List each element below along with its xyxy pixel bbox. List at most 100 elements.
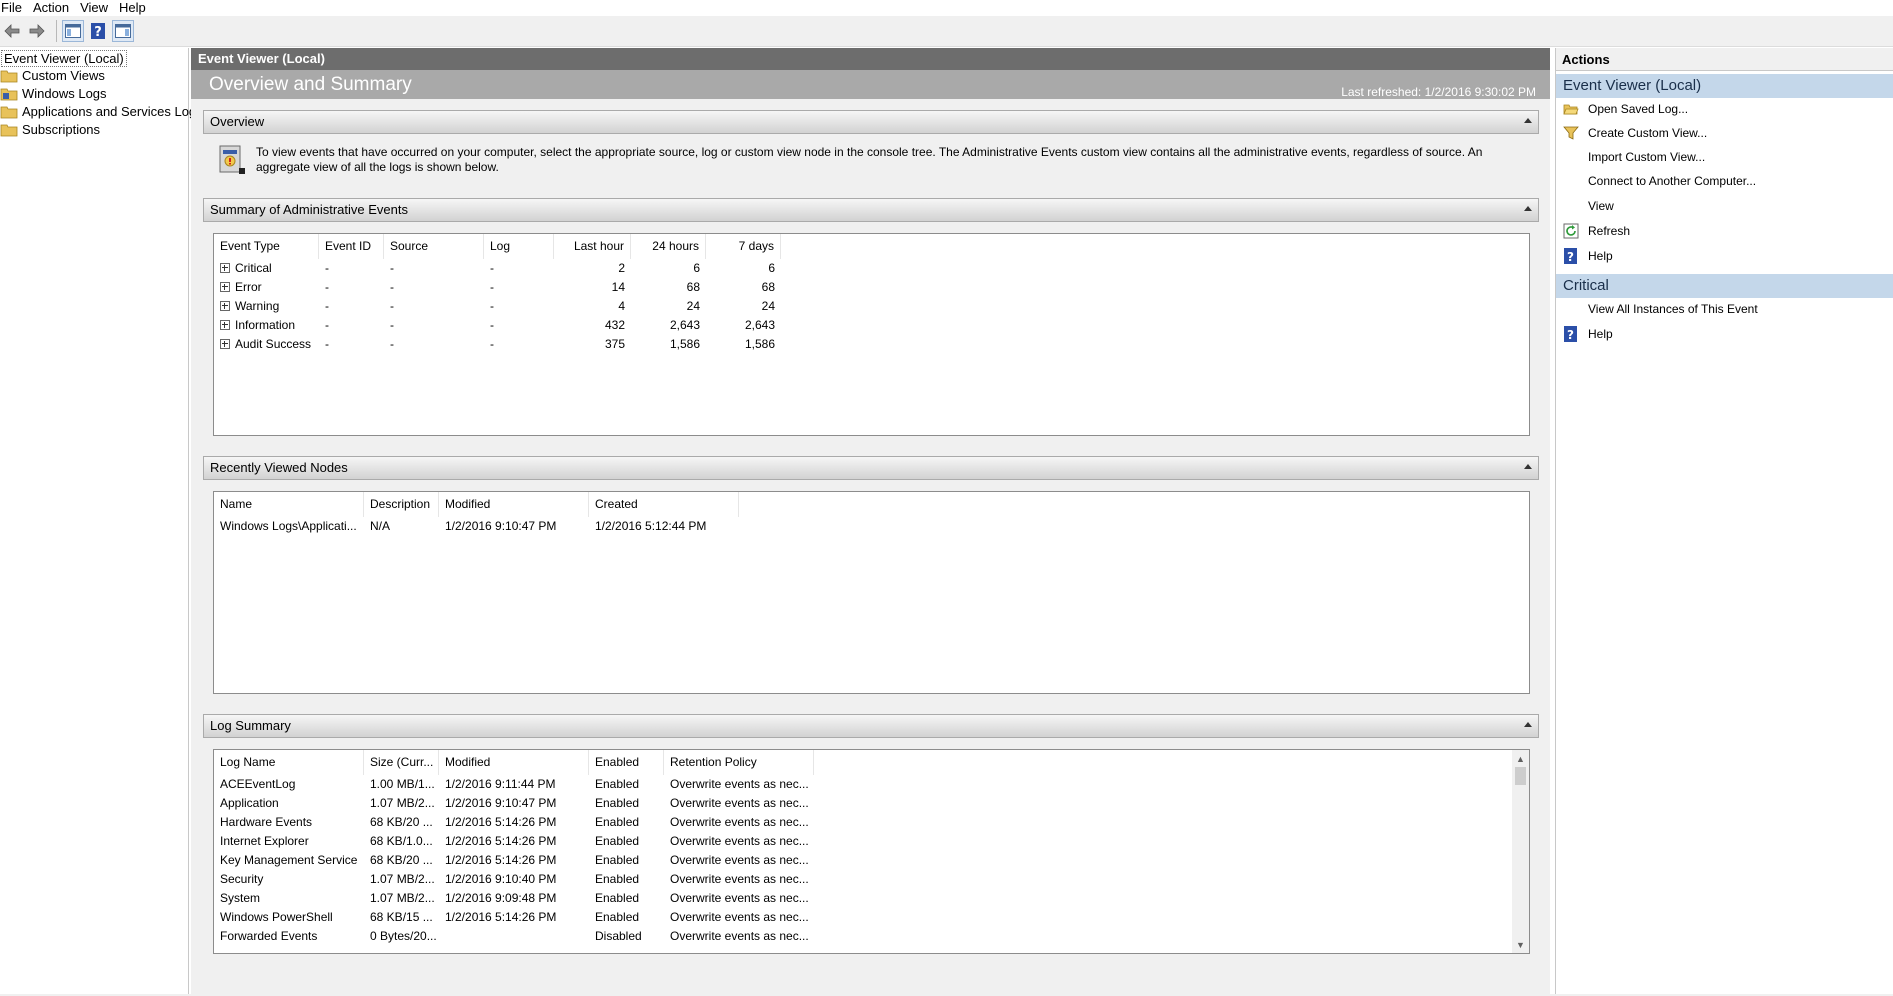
admin-events-section-header[interactable]: Summary of Administrative Events	[203, 198, 1539, 222]
overview-body: To view events that have occurred on you…	[203, 134, 1539, 188]
column-header-last-hour[interactable]: Last hour	[554, 234, 631, 259]
action-import-custom-view[interactable]: Import Custom View...	[1556, 146, 1893, 168]
action-refresh[interactable]: Refresh	[1556, 220, 1893, 242]
table-row[interactable]: Audit Success - - - 375 1,586 1,586	[214, 335, 1529, 354]
column-header-log-name[interactable]: Log Name	[214, 750, 364, 775]
scrollbar-thumb[interactable]	[1515, 767, 1526, 785]
column-header-size[interactable]: Size (Curr...	[364, 750, 439, 775]
collapse-icon[interactable]	[1524, 206, 1532, 211]
expand-icon[interactable]	[220, 320, 230, 330]
overview-description: To view events that have occurred on you…	[256, 145, 1483, 174]
count-24-hours: 24	[686, 299, 700, 313]
menu-view[interactable]: View	[78, 1, 117, 15]
action-create-custom-view[interactable]: Create Custom View...	[1556, 122, 1893, 144]
table-row[interactable]: Windows Logs\Applicati... N/A 1/2/2016 9…	[214, 517, 1529, 536]
menu-file[interactable]: File	[0, 1, 31, 15]
table-header: Log Name Size (Curr... Modified Enabled …	[214, 750, 1529, 775]
table-row[interactable]: Critical - - - 2 6 6	[214, 259, 1529, 278]
overview-section-header[interactable]: Overview	[203, 110, 1539, 134]
overview-banner: Overview and Summary Last refreshed: 1/2…	[191, 70, 1550, 99]
column-header-event-type[interactable]: Event Type	[214, 234, 319, 259]
table-row[interactable]: Forwarded Events 0 Bytes/20... Disabled …	[214, 927, 1529, 946]
scroll-down-icon[interactable]: ▼	[1512, 936, 1529, 953]
action-help[interactable]: ? Help	[1556, 245, 1893, 267]
table-row[interactable]: Internet Explorer 68 KB/1.0... 1/2/2016 …	[214, 832, 1529, 851]
log-enabled: Enabled	[595, 834, 640, 848]
recent-nodes-section-header[interactable]: Recently Viewed Nodes	[203, 456, 1539, 480]
table-row[interactable]: ACEEventLog 1.00 MB/1... 1/2/2016 9:11:4…	[214, 775, 1529, 794]
action-group-event-viewer-local[interactable]: Event Viewer (Local)	[1556, 74, 1893, 98]
count-24-hours: 68	[686, 280, 700, 294]
expand-icon[interactable]	[220, 282, 230, 292]
action-label: Refresh	[1588, 224, 1631, 238]
column-header-24-hours[interactable]: 24 hours	[631, 234, 706, 259]
forward-button[interactable]	[26, 20, 48, 42]
table-row[interactable]: Warning - - - 4 24 24	[214, 297, 1529, 316]
collapse-icon[interactable]	[1524, 722, 1532, 727]
log-enabled: Enabled	[595, 891, 640, 905]
expand-icon[interactable]	[220, 301, 230, 311]
tree-item-subscriptions[interactable]: Subscriptions	[0, 121, 100, 138]
action-label: Help	[1588, 249, 1613, 263]
column-header-name[interactable]: Name	[214, 492, 364, 517]
tree-item-windows-logs[interactable]: Windows Logs	[0, 85, 107, 102]
tree-item-event-viewer-local[interactable]: Event Viewer (Local)	[1, 50, 127, 67]
node-name: Windows Logs\Applicati...	[220, 519, 357, 533]
column-header-description[interactable]: Description	[364, 492, 439, 517]
action-connect-to-another-computer[interactable]: Connect to Another Computer...	[1556, 170, 1893, 192]
collapse-icon[interactable]	[1524, 464, 1532, 469]
svg-text:?: ?	[1567, 250, 1574, 264]
show-hide-action-pane-button[interactable]	[112, 20, 134, 42]
tree-item-custom-views[interactable]: Custom Views	[0, 67, 105, 84]
table-row[interactable]: Windows PowerShell 68 KB/15 ... 1/2/2016…	[214, 908, 1529, 927]
column-header-7-days[interactable]: 7 days	[706, 234, 781, 259]
collapse-icon[interactable]	[1524, 118, 1532, 123]
log-retention-policy: Overwrite events as nec...	[670, 910, 809, 924]
column-header-created[interactable]: Created	[589, 492, 739, 517]
column-header-modified[interactable]: Modified	[439, 492, 589, 517]
open-folder-icon	[1563, 104, 1579, 115]
table-row[interactable]: Hardware Events 68 KB/20 ... 1/2/2016 5:…	[214, 813, 1529, 832]
menu-action[interactable]: Action	[31, 1, 78, 15]
action-view[interactable]: View	[1556, 195, 1893, 217]
column-header-source[interactable]: Source	[384, 234, 484, 259]
event-type: Information	[235, 318, 296, 332]
toolbar-separator	[56, 20, 57, 42]
action-label: View	[1588, 199, 1614, 213]
action-help-critical[interactable]: ? Help	[1556, 323, 1893, 345]
log-modified: 1/2/2016 5:14:26 PM	[445, 853, 557, 867]
expand-icon[interactable]	[220, 263, 230, 273]
log-summary-vertical-scrollbar[interactable]: ▲ ▼	[1512, 750, 1529, 953]
log-modified: 1/2/2016 5:14:26 PM	[445, 815, 557, 829]
action-group-critical[interactable]: Critical	[1556, 274, 1893, 298]
count-24-hours: 2,643	[669, 318, 700, 332]
menu-help[interactable]: Help	[117, 1, 155, 15]
back-button[interactable]	[1, 20, 23, 42]
action-label: Connect to Another Computer...	[1588, 174, 1757, 188]
log-summary-section-header[interactable]: Log Summary	[203, 714, 1539, 738]
action-label: View All Instances of This Event	[1588, 302, 1758, 316]
expand-icon[interactable]	[220, 339, 230, 349]
help-button[interactable]: ?	[87, 20, 109, 42]
action-open-saved-log[interactable]: Open Saved Log...	[1556, 98, 1893, 120]
column-header-retention-policy[interactable]: Retention Policy	[664, 750, 814, 775]
event-source: -	[390, 280, 394, 294]
table-row[interactable]: Security 1.07 MB/2... 1/2/2016 9:10:40 P…	[214, 870, 1529, 889]
action-view-all-instances[interactable]: View All Instances of This Event	[1556, 298, 1893, 320]
column-header-log[interactable]: Log	[484, 234, 554, 259]
column-header-enabled[interactable]: Enabled	[589, 750, 664, 775]
table-row[interactable]: Key Management Service 68 KB/20 ... 1/2/…	[214, 851, 1529, 870]
scroll-up-icon[interactable]: ▲	[1512, 750, 1529, 767]
tree-item-applications-and-services-logs[interactable]: Applications and Services Logs	[0, 103, 203, 120]
log-size: 1.07 MB/2...	[370, 891, 435, 905]
action-label: Import Custom View...	[1588, 150, 1706, 164]
table-row[interactable]: Error - - - 14 68 68	[214, 278, 1529, 297]
table-row[interactable]: System 1.07 MB/2... 1/2/2016 9:09:48 PM …	[214, 889, 1529, 908]
table-row[interactable]: Information - - - 432 2,643 2,643	[214, 316, 1529, 335]
column-header-event-id[interactable]: Event ID	[319, 234, 384, 259]
show-hide-console-tree-button[interactable]	[62, 20, 84, 42]
event-log: -	[490, 299, 494, 313]
column-header-modified[interactable]: Modified	[439, 750, 589, 775]
table-row[interactable]: Application 1.07 MB/2... 1/2/2016 9:10:4…	[214, 794, 1529, 813]
log-retention-policy: Overwrite events as nec...	[670, 872, 809, 886]
